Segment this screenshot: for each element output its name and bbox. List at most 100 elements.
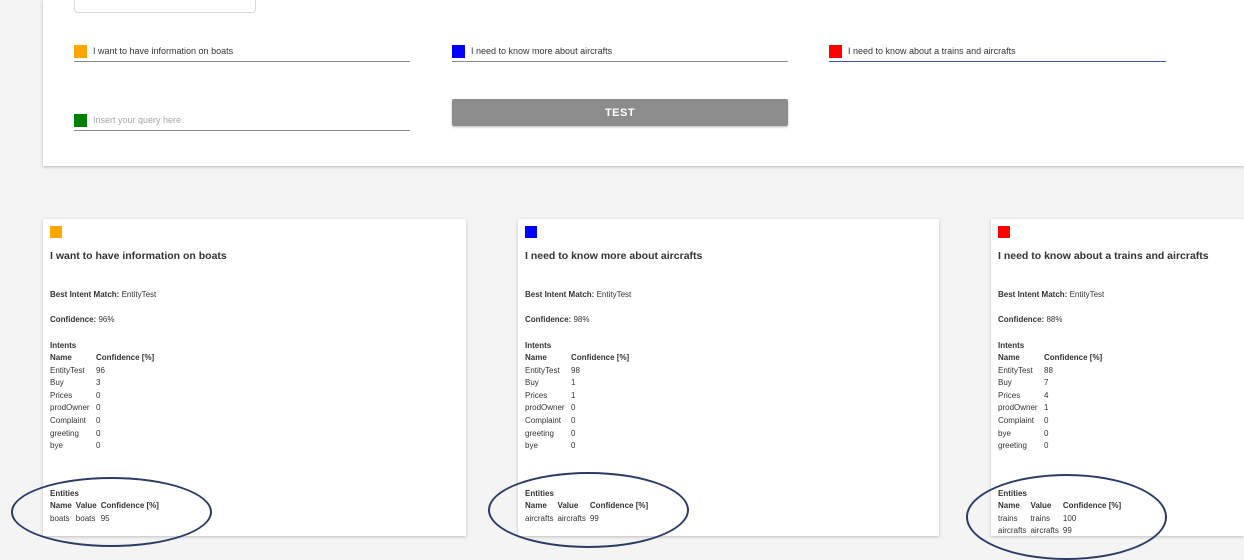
- intent-confidence: 0: [1044, 441, 1049, 451]
- intent-row: Buy 1: [525, 377, 629, 390]
- intents-table: Name Confidence [%] EntityTest 96 Buy 3 …: [50, 352, 154, 453]
- result-card: I need to know more about aircrafts Best…: [518, 219, 939, 536]
- entities-section: Entities Name Value Confidence [%] boats…: [50, 488, 250, 525]
- intent-row: prodOwner 1: [998, 402, 1102, 415]
- entities-table: Name Value Confidence [%] boats boats 95: [50, 500, 163, 525]
- intent-confidence: 3: [96, 378, 101, 388]
- confidence-value: 98%: [573, 315, 590, 324]
- result-card: I want to have information on boats Best…: [43, 219, 466, 536]
- entities-header-row: Name Value Confidence [%]: [998, 500, 1125, 513]
- entity-name: aircrafts: [525, 513, 554, 523]
- col-name: Name: [50, 353, 72, 362]
- query-panel: [43, 0, 1244, 166]
- best-intent-value: EntityTest: [596, 290, 632, 299]
- entity-row: aircrafts aircrafts 99: [998, 525, 1125, 538]
- intent-row: EntityTest 88: [998, 365, 1102, 378]
- query-text: I need to know about a trains and aircra…: [848, 46, 1016, 56]
- intent-name: Buy: [50, 378, 64, 388]
- intent-row: greeting 0: [998, 440, 1102, 453]
- query-input-2[interactable]: I need to know more about aircrafts: [452, 41, 788, 62]
- query-text: I need to know more about aircrafts: [471, 46, 613, 56]
- intents-header-row: Name Confidence [%]: [998, 352, 1102, 365]
- intent-name: Buy: [525, 378, 539, 388]
- intent-confidence: 0: [571, 428, 576, 438]
- intent-name: prodOwner: [525, 403, 565, 413]
- intent-row: bye 0: [525, 440, 629, 453]
- test-button[interactable]: TEST: [452, 99, 788, 126]
- intent-confidence: 96: [96, 365, 105, 375]
- col-confidence: Confidence [%]: [1062, 501, 1122, 510]
- intent-confidence: 0: [1044, 428, 1049, 438]
- intent-name: prodOwner: [998, 403, 1038, 413]
- entity-row: trains trains 100: [998, 513, 1125, 526]
- entity-value: aircrafts: [1030, 526, 1059, 536]
- intent-confidence: 4: [1044, 390, 1049, 400]
- intent-confidence: 0: [96, 428, 101, 438]
- intent-name: greeting: [998, 441, 1027, 451]
- result-card: I need to know about a trains and aircra…: [991, 219, 1244, 536]
- best-intent: Best Intent Match: EntityTest: [525, 290, 631, 299]
- confidence-label: Confidence:: [998, 315, 1045, 324]
- entities-header-row: Name Value Confidence [%]: [50, 500, 163, 513]
- intent-confidence: 0: [96, 415, 101, 425]
- intent-confidence: 98: [571, 365, 580, 375]
- entity-confidence: 99: [589, 513, 599, 523]
- entity-name: aircrafts: [998, 526, 1027, 536]
- intent-confidence: 7: [1044, 378, 1049, 388]
- entity-confidence: 99: [1062, 526, 1072, 536]
- intent-row: Complaint 0: [998, 415, 1102, 428]
- top-dropdown[interactable]: [74, 0, 256, 13]
- entities-heading: Entities: [50, 489, 79, 498]
- query-input-new[interactable]: Insert your query here: [74, 110, 410, 131]
- intents-heading: Intents: [525, 341, 552, 350]
- query-input-3[interactable]: I need to know about a trains and aircra…: [829, 41, 1166, 62]
- col-name: Name: [998, 353, 1020, 362]
- intent-name: Prices: [998, 390, 1021, 400]
- entities-heading: Entities: [525, 489, 554, 498]
- best-intent-label: Best Intent Match:: [525, 290, 595, 299]
- col-confidence: Confidence [%]: [1044, 353, 1103, 362]
- best-intent: Best Intent Match: EntityTest: [50, 290, 156, 299]
- confidence-label: Confidence:: [525, 315, 572, 324]
- confidence-value: 96%: [98, 315, 115, 324]
- intent-row: Complaint 0: [525, 415, 629, 428]
- entity-name: boats: [50, 513, 70, 523]
- confidence-label: Confidence:: [50, 315, 97, 324]
- color-swatch: [829, 44, 842, 58]
- best-intent-value: EntityTest: [121, 290, 157, 299]
- intent-row: EntityTest 96: [50, 365, 154, 378]
- col-value: Value: [1030, 501, 1052, 510]
- color-swatch: [74, 44, 87, 58]
- intent-name: bye: [50, 441, 63, 451]
- intent-confidence: 0: [1044, 415, 1049, 425]
- intent-row: Prices 0: [50, 390, 154, 403]
- entity-value: trains: [1030, 513, 1051, 523]
- col-value: Value: [557, 501, 579, 510]
- color-swatch: [452, 44, 465, 58]
- confidence: Confidence: 96%: [50, 315, 114, 324]
- query-placeholder: Insert your query here: [93, 115, 182, 125]
- entity-row: aircrafts aircrafts 99: [525, 513, 652, 526]
- entity-confidence: 95: [100, 513, 110, 523]
- intent-name: Complaint: [998, 415, 1035, 425]
- intent-confidence: 88: [1044, 365, 1053, 375]
- intent-confidence: 1: [571, 390, 576, 400]
- intent-name: bye: [525, 441, 538, 451]
- intent-confidence: 1: [571, 378, 576, 388]
- intent-name: prodOwner: [50, 403, 90, 413]
- query-text: I want to have information on boats: [93, 46, 234, 56]
- intent-confidence: 1: [1044, 403, 1049, 413]
- col-name: Name: [525, 353, 547, 362]
- entity-confidence: 100: [1062, 513, 1077, 523]
- entities-table: Name Value Confidence [%] aircrafts airc…: [525, 500, 652, 525]
- intent-row: Prices 1: [525, 390, 629, 403]
- intent-row: bye 0: [998, 428, 1102, 441]
- col-confidence: Confidence [%]: [589, 501, 649, 510]
- entities-section: Entities Name Value Confidence [%] train…: [998, 488, 1198, 538]
- intent-name: greeting: [50, 428, 79, 438]
- intent-name: EntityTest: [50, 365, 85, 375]
- query-input-1[interactable]: I want to have information on boats: [74, 41, 410, 62]
- entity-name: trains: [998, 513, 1018, 523]
- best-intent-label: Best Intent Match:: [998, 290, 1068, 299]
- intent-row: prodOwner 0: [525, 402, 629, 415]
